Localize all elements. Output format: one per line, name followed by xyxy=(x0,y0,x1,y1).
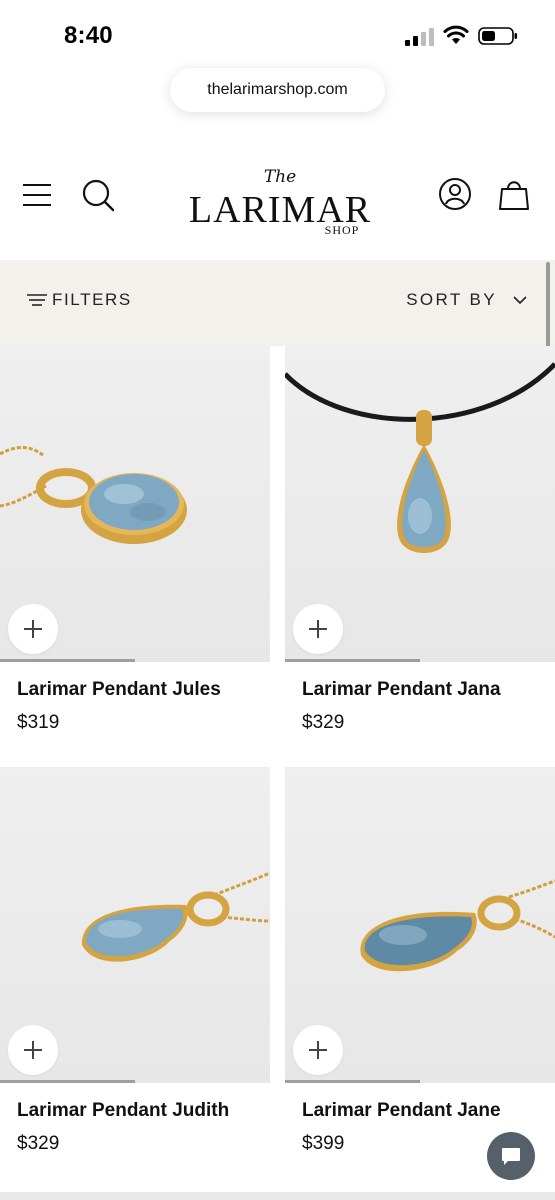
chat-button[interactable] xyxy=(487,1132,535,1180)
account-icon[interactable] xyxy=(438,177,472,211)
product-price: $329 xyxy=(302,712,345,733)
product-name[interactable]: Larimar Pendant Jane xyxy=(302,1100,501,1122)
product-image[interactable] xyxy=(0,767,270,1083)
address-bar[interactable]: thelarimarshop.com xyxy=(170,68,385,112)
svg-text:SHOP: SHOP xyxy=(325,223,360,237)
quick-add-button[interactable] xyxy=(8,604,58,654)
site-header: The LARIMAR SHOP xyxy=(0,150,555,260)
quick-add-button[interactable] xyxy=(293,1025,343,1075)
product-image[interactable] xyxy=(0,346,270,662)
filter-lines-icon xyxy=(27,294,47,306)
product-image[interactable] xyxy=(285,767,555,1083)
shopping-bag-icon[interactable] xyxy=(498,177,530,211)
plus-icon xyxy=(24,620,42,638)
image-carousel-progress-fill xyxy=(285,1080,420,1083)
next-row-peek xyxy=(0,1192,555,1200)
search-icon[interactable] xyxy=(80,177,116,213)
svg-text:The: The xyxy=(264,167,296,187)
product-price: $399 xyxy=(302,1133,345,1154)
product-name[interactable]: Larimar Pendant Judith xyxy=(17,1100,229,1122)
site-logo[interactable]: The LARIMAR SHOP xyxy=(185,156,375,246)
quick-add-button[interactable] xyxy=(293,604,343,654)
image-carousel-progress xyxy=(285,659,555,662)
image-carousel-progress-fill xyxy=(285,659,420,662)
image-carousel-progress-fill xyxy=(0,1080,135,1083)
plus-icon xyxy=(309,620,327,638)
sort-label: SORT BY xyxy=(406,290,497,309)
product-name[interactable]: Larimar Pendant Jana xyxy=(302,679,501,701)
product-price: $329 xyxy=(17,1133,60,1154)
cellular-signal-icon xyxy=(405,28,434,46)
product-image[interactable] xyxy=(285,346,555,662)
hamburger-menu-icon[interactable] xyxy=(22,182,52,208)
plus-icon xyxy=(309,1041,327,1059)
image-carousel-progress xyxy=(0,1080,270,1083)
image-carousel-progress xyxy=(285,1080,555,1083)
sort-by-dropdown[interactable]: SORT BY xyxy=(406,290,527,310)
quick-add-button[interactable] xyxy=(8,1025,58,1075)
battery-icon xyxy=(478,27,517,45)
image-carousel-progress-fill xyxy=(0,659,135,662)
chevron-down-icon xyxy=(513,296,527,305)
filter-bar: FILTERS SORT BY xyxy=(0,260,555,346)
wifi-icon xyxy=(443,25,469,44)
image-carousel-progress xyxy=(0,659,270,662)
filters-button[interactable]: FILTERS xyxy=(26,290,132,310)
filters-label: FILTERS xyxy=(52,290,132,309)
product-name[interactable]: Larimar Pendant Jules xyxy=(17,679,221,701)
status-time: 8:40 xyxy=(64,22,113,49)
url-text: thelarimarshop.com xyxy=(207,81,348,98)
status-bar: 8:40 xyxy=(0,0,555,62)
product-price: $319 xyxy=(17,712,60,733)
plus-icon xyxy=(24,1041,42,1059)
chat-bubble-icon xyxy=(502,1148,520,1165)
